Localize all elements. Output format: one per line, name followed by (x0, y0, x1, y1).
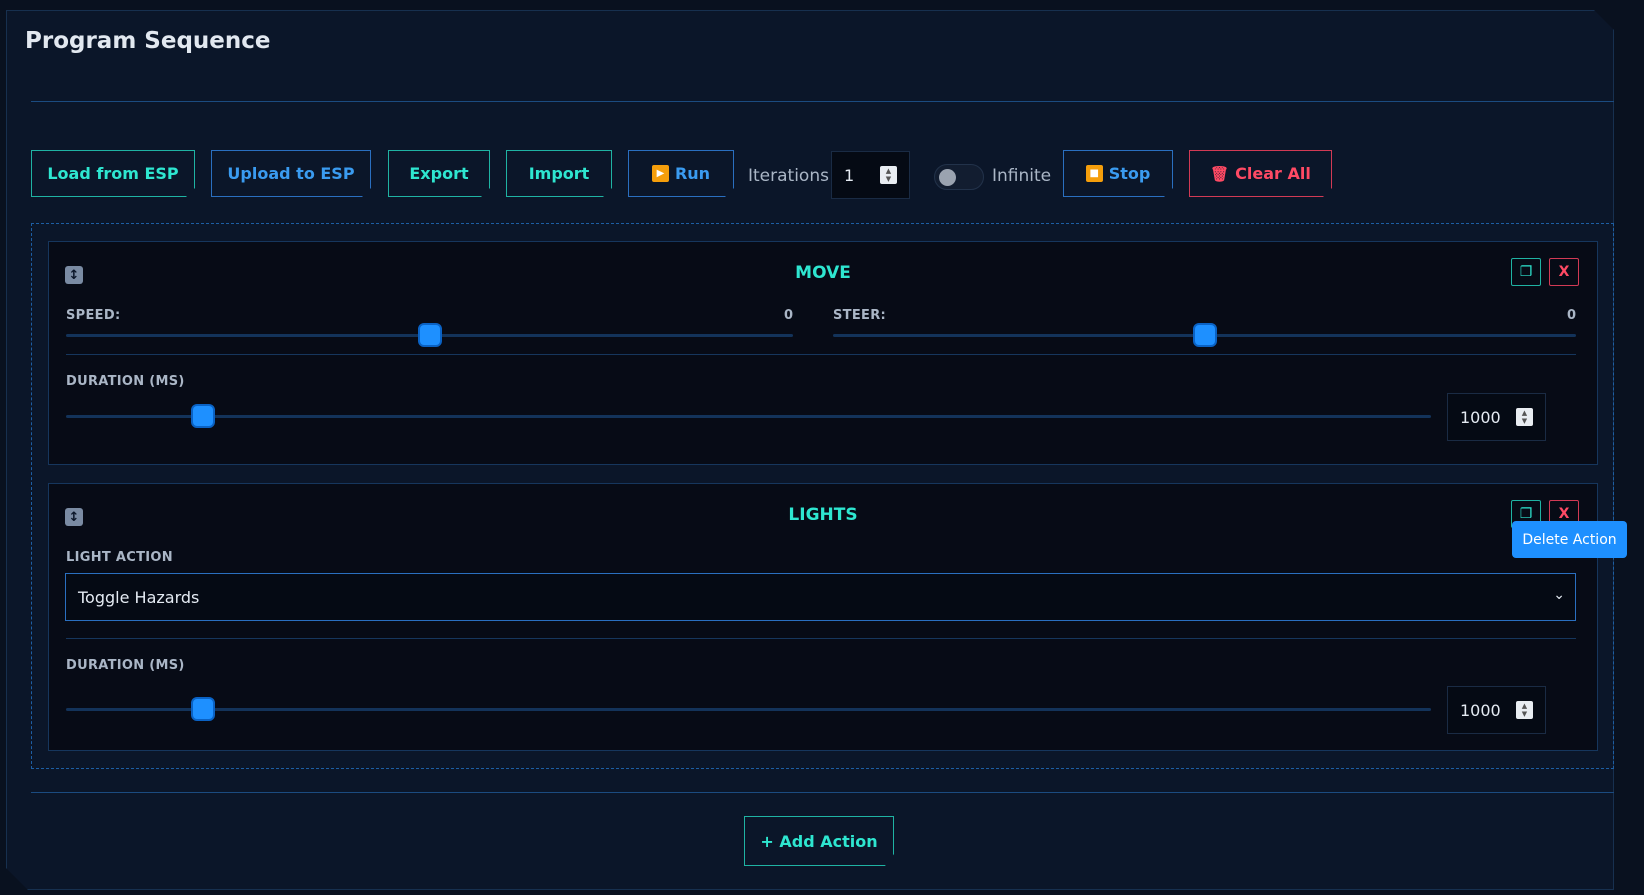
light-action-value: Toggle Hazards (78, 587, 200, 607)
duration-spinner[interactable]: ▲ ▼ (1516, 701, 1533, 719)
infinite-toggle[interactable] (934, 164, 984, 190)
add-action-button[interactable]: + Add Action (744, 816, 894, 866)
duration-input[interactable]: 1000 ▲ ▼ (1447, 393, 1546, 441)
upload-to-esp-button[interactable]: Upload to ESP (211, 150, 371, 197)
steer-slider[interactable] (833, 323, 1576, 347)
speed-value: 0 (783, 308, 793, 323)
iterations-label: Iterations (748, 166, 829, 186)
iterations-value: 1 (844, 165, 855, 185)
trash-icon: 🗑 (1210, 164, 1230, 183)
steer-slider-thumb[interactable] (1192, 323, 1217, 347)
section-divider (66, 638, 1576, 639)
run-label: Run (674, 164, 711, 183)
delete-action-button[interactable]: X (1549, 258, 1579, 286)
speed-label: SPEED: (66, 308, 121, 323)
speed-slider[interactable] (66, 323, 793, 347)
page-title: Program Sequence (25, 28, 271, 54)
duration-label: DURATION (MS) (66, 658, 185, 673)
duration-slider-thumb[interactable] (190, 404, 215, 428)
export-button[interactable]: Export (388, 150, 490, 197)
steer-label: STEER: (833, 308, 887, 323)
footer-divider (31, 792, 1614, 793)
clear-all-button[interactable]: 🗑 Clear All (1189, 150, 1332, 197)
header-divider (31, 101, 1614, 102)
action-title: MOVE (795, 263, 851, 283)
iterations-spinner[interactable]: ▲ ▼ (880, 166, 897, 184)
action-title: LIGHTS (788, 505, 858, 525)
add-action-label: + Add Action (760, 831, 878, 851)
run-button[interactable]: ▶ Run (628, 150, 734, 197)
load-from-esp-button[interactable]: Load from ESP (31, 150, 195, 197)
chevron-down-icon: ⌄ (1553, 587, 1565, 603)
light-action-label: LIGHT ACTION (66, 550, 173, 565)
light-action-select[interactable]: Toggle Hazards ⌄ (65, 573, 1576, 621)
duration-slider[interactable] (66, 404, 1431, 428)
play-icon: ▶ (652, 165, 669, 182)
action-card-move: ↕ MOVE ❐ X SPEED: 0 STEER: 0 DURATION (M… (48, 241, 1598, 465)
duplicate-action-button[interactable]: ❐ (1511, 258, 1541, 286)
toggle-knob (939, 169, 956, 186)
duration-slider[interactable] (66, 697, 1431, 721)
iterations-input[interactable]: 1 ▲ ▼ (831, 151, 910, 199)
export-label: Export (409, 164, 469, 183)
speed-slider-thumb[interactable] (417, 323, 442, 347)
section-divider (66, 354, 1576, 355)
load-from-esp-label: Load from ESP (47, 164, 179, 183)
duration-value: 1000 (1460, 407, 1501, 427)
duration-spinner[interactable]: ▲ ▼ (1516, 408, 1533, 426)
stop-button[interactable]: ■ Stop (1063, 150, 1173, 197)
infinite-label: Infinite (992, 166, 1052, 186)
upload-to-esp-label: Upload to ESP (227, 164, 355, 183)
stop-icon: ■ (1086, 165, 1103, 182)
import-button[interactable]: Import (506, 150, 612, 197)
duration-input[interactable]: 1000 ▲ ▼ (1447, 686, 1546, 734)
import-label: Import (528, 164, 590, 183)
duration-slider-thumb[interactable] (190, 697, 215, 721)
duration-value: 1000 (1460, 700, 1501, 720)
duration-label: DURATION (MS) (66, 374, 185, 389)
clear-all-label: Clear All (1235, 164, 1311, 183)
delete-action-tooltip: Delete Action (1512, 521, 1627, 558)
action-card-lights: ↕ LIGHTS ❐ X LIGHT ACTION Toggle Hazards… (48, 483, 1598, 751)
steer-value: 0 (1566, 308, 1576, 323)
stop-label: Stop (1108, 164, 1151, 183)
